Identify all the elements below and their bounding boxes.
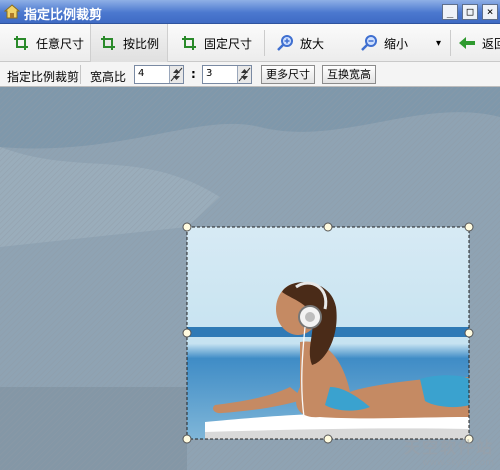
- tool-label: 放大: [300, 36, 325, 51]
- maximize-button[interactable]: □: [462, 4, 478, 20]
- options-divider: [80, 65, 81, 84]
- toolbar-divider: [450, 30, 451, 56]
- watermark: 天空软件站 www.skycn.com: [404, 434, 494, 468]
- tool-by-ratio[interactable]: 按比例: [90, 24, 169, 62]
- crop-handle-right: [464, 328, 474, 338]
- tool-fixed-size[interactable]: 固定尺寸: [180, 24, 252, 62]
- tool-label: 任意尺寸: [36, 36, 85, 51]
- crop-handle-top-left: [182, 222, 192, 232]
- toolbar-divider: [264, 30, 265, 56]
- toolbar: 任意尺寸 按比例 固定尺寸 放大 缩小 ▾ 返: [0, 24, 500, 62]
- options-bar: 指定比例裁剪 宽高比 4 : 3 更多尺寸 互换宽高: [0, 62, 500, 87]
- more-sizes-button[interactable]: 更多尺寸: [261, 65, 315, 84]
- stepper-arrows[interactable]: [237, 66, 251, 83]
- arrow-left-icon: [459, 37, 475, 49]
- ratio-label: 宽高比: [90, 70, 127, 84]
- back-label: 返回: [482, 36, 500, 51]
- ratio-width-value[interactable]: 4: [138, 68, 144, 79]
- crop-handle-left: [182, 328, 192, 338]
- stepper-arrows-icon: [170, 67, 183, 82]
- back-button[interactable]: 返回: [458, 24, 500, 62]
- tool-label: 缩小: [384, 36, 409, 51]
- minimize-button[interactable]: _: [442, 4, 458, 20]
- watermark-main: 天空软件站: [403, 438, 494, 457]
- close-button[interactable]: ×: [482, 4, 498, 20]
- swap-ratio-button[interactable]: 互换宽高: [322, 65, 376, 84]
- watermark-sub: www.skycn.com: [422, 458, 494, 468]
- tool-label: 固定尺寸: [204, 36, 253, 51]
- crop-handle-bottom: [323, 434, 333, 444]
- tool-label: 按比例: [123, 36, 160, 51]
- photo-canvas[interactable]: [0, 87, 500, 470]
- ratio-width-stepper[interactable]: 4: [134, 65, 184, 84]
- image-canvas[interactable]: 天空软件站 www.skycn.com: [0, 87, 500, 470]
- ratio-colon: :: [191, 67, 196, 81]
- crop-preview: [187, 227, 469, 439]
- zoom-in-icon: [277, 35, 293, 51]
- options-title: 指定比例裁剪: [7, 70, 80, 84]
- zoom-out-icon: [361, 35, 377, 51]
- crop-ratio-icon: [101, 36, 115, 50]
- crop-handle-top: [323, 222, 333, 232]
- app-icon: [4, 4, 20, 19]
- crop-free-icon: [14, 36, 28, 50]
- window-title: 指定比例裁剪: [24, 8, 103, 23]
- crop-fixed-icon: [182, 36, 196, 50]
- crop-handle-top-right: [464, 222, 474, 232]
- tool-zoom-out[interactable]: 缩小: [360, 24, 408, 62]
- tool-free-size[interactable]: 任意尺寸: [12, 24, 84, 62]
- ratio-height-value[interactable]: 3: [206, 68, 212, 79]
- tool-zoom-in[interactable]: 放大: [276, 24, 324, 62]
- crop-handle-bottom-left: [182, 434, 192, 444]
- stepper-arrows[interactable]: [169, 66, 183, 83]
- stepper-arrows-icon: [238, 67, 251, 82]
- toolbar-more-dropdown[interactable]: ▾: [436, 24, 441, 62]
- title-bar: 指定比例裁剪 _ □ ×: [0, 0, 500, 24]
- ratio-height-stepper[interactable]: 3: [202, 65, 252, 84]
